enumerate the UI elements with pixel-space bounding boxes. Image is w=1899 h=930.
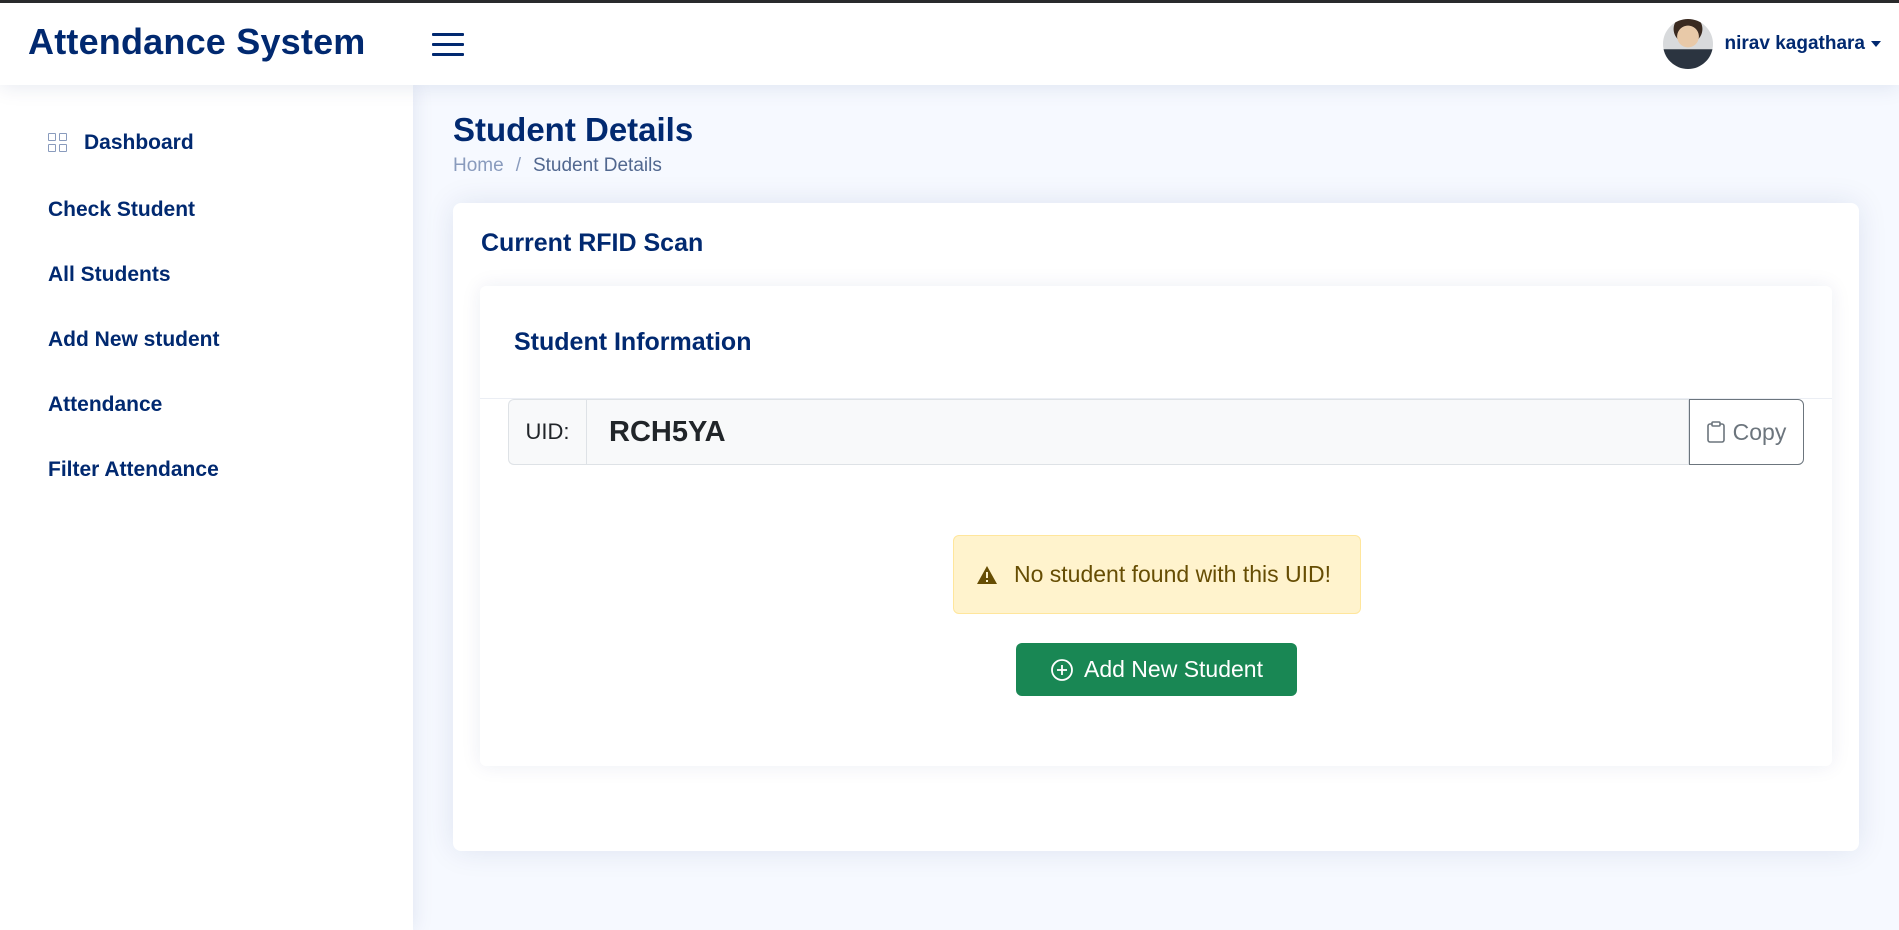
uid-label: UID: <box>508 399 586 465</box>
student-info-card: Student Information UID: RCH5YA Copy No … <box>480 286 1832 766</box>
warning-alert: No student found with this UID! <box>953 535 1361 614</box>
sidebar-item-label: Dashboard <box>84 131 194 154</box>
student-info-title: Student Information <box>514 328 752 356</box>
main-content: Student Details Home / Student Details C… <box>413 85 1899 930</box>
alert-text: No student found with this UID! <box>1014 561 1332 587</box>
copy-button-label: Copy <box>1732 418 1787 445</box>
add-new-student-button[interactable]: Add New Student <box>1016 643 1297 696</box>
plus-circle-icon <box>1051 658 1073 681</box>
top-header: Attendance System nirav kagathara <box>0 3 1899 85</box>
grid-icon <box>48 133 68 153</box>
copy-button[interactable]: Copy <box>1689 399 1804 465</box>
breadcrumb: Home / Student Details <box>453 155 662 177</box>
sidebar-item-check-student[interactable]: Check Student <box>36 188 207 232</box>
sidebar-item-attendance[interactable]: Attendance <box>36 383 174 427</box>
warning-triangle-icon <box>977 565 997 584</box>
sidebar-item-label: Check Student <box>48 198 196 221</box>
clipboard-icon <box>1706 421 1725 443</box>
uid-value-field[interactable]: RCH5YA <box>586 399 1689 465</box>
user-profile-dropdown[interactable]: nirav kagathara <box>1662 19 1881 69</box>
breadcrumb-separator: / <box>515 155 521 176</box>
breadcrumb-home-link[interactable]: Home <box>453 155 504 177</box>
sidebar-item-label: Filter Attendance <box>48 458 219 481</box>
page-title: Student Details <box>453 111 694 148</box>
uid-input-group: UID: RCH5YA Copy <box>508 399 1804 465</box>
card-title: Current RFID Scan <box>481 229 704 257</box>
sidebar-item-label: All Students <box>48 263 171 286</box>
app-logo-text[interactable]: Attendance System <box>28 21 366 63</box>
breadcrumb-current: Student Details <box>532 155 662 176</box>
sidebar-item-label: Add New student <box>48 328 220 351</box>
sidebar-item-dashboard[interactable]: Dashboard <box>36 121 206 165</box>
sidebar-item-label: Attendance <box>48 393 163 416</box>
hamburger-menu-icon[interactable] <box>432 31 464 59</box>
sidebar-item-all-students[interactable]: All Students <box>36 253 183 297</box>
chevron-down-icon <box>1871 41 1881 47</box>
add-new-student-label: Add New Student <box>1083 656 1263 682</box>
user-avatar <box>1662 19 1713 69</box>
user-name: nirav kagathara <box>1724 33 1865 54</box>
sidebar-item-filter-attendance[interactable]: Filter Attendance <box>36 448 231 492</box>
rfid-scan-card: Current RFID Scan Student Information UI… <box>453 203 1859 851</box>
sidebar: Dashboard Check Student All Students Add… <box>0 85 413 930</box>
sidebar-item-add-new-student[interactable]: Add New student <box>36 318 232 362</box>
